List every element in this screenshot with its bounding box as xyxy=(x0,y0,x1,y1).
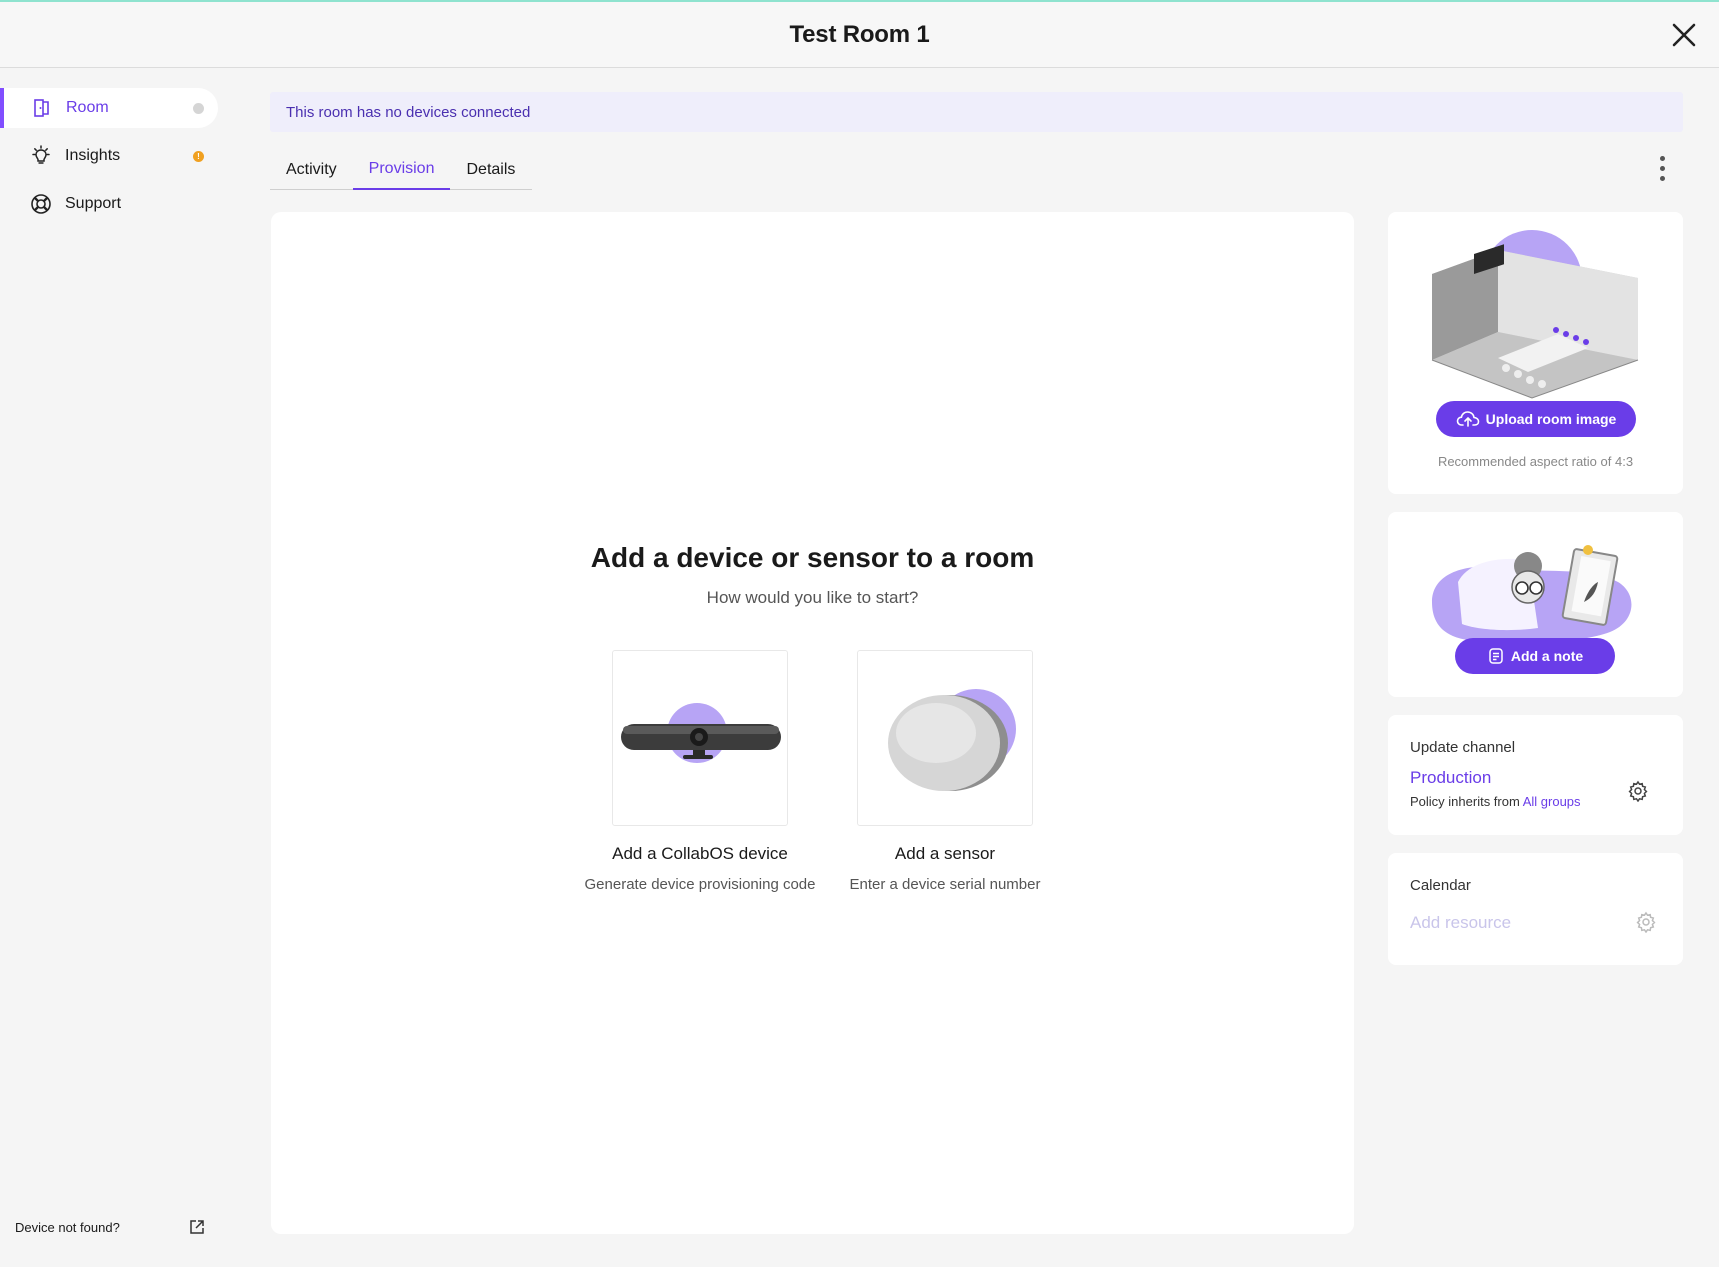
upload-room-image-label: Upload room image xyxy=(1485,411,1617,427)
option-label: Add a sensor xyxy=(894,844,996,863)
sidebar: Room Insights Support Device not found? xyxy=(0,68,240,1267)
lightbulb-icon xyxy=(30,145,52,167)
calendar-label: Calendar xyxy=(1410,877,1471,894)
page-title: Test Room 1 xyxy=(789,20,930,48)
room-illustration xyxy=(1431,230,1639,399)
add-note-button[interactable]: Add a note xyxy=(1455,638,1615,674)
update-channel-value: Production xyxy=(1410,768,1492,787)
all-groups-link[interactable]: All groups xyxy=(1523,794,1581,809)
calendar-card: Calendar Add resource xyxy=(1388,853,1683,965)
calendar-settings-button[interactable] xyxy=(1635,911,1657,934)
tab-details[interactable]: Details xyxy=(450,150,531,190)
sidebar-item-room[interactable]: Room xyxy=(0,88,218,128)
note-illustration xyxy=(1432,545,1632,644)
warning-badge xyxy=(193,151,204,162)
update-channel-settings-button[interactable] xyxy=(1627,780,1649,803)
more-options-button[interactable] xyxy=(1652,152,1672,184)
support-icon xyxy=(30,193,52,215)
option-description: Generate device provisioning code xyxy=(584,876,816,893)
policy-prefix: Policy inherits from xyxy=(1410,794,1520,809)
gear-icon xyxy=(1636,911,1656,934)
provision-title: Add a device or sensor to a room xyxy=(590,542,1035,573)
header: Test Room 1 xyxy=(0,2,1719,68)
close-button[interactable] xyxy=(1667,18,1701,52)
note-card: Add a note xyxy=(1388,512,1683,697)
sensor-image xyxy=(857,650,1033,826)
banner-text: This room has no devices connected xyxy=(286,103,531,121)
cloud-upload-icon xyxy=(1456,411,1479,427)
sidebar-item-label: Room xyxy=(66,99,109,116)
tab-bar: Activity Provision Details xyxy=(270,150,532,190)
tab-provision[interactable]: Provision xyxy=(352,150,451,190)
gear-icon xyxy=(1628,780,1648,803)
sidebar-item-label: Insights xyxy=(65,147,121,164)
device-not-found-link[interactable]: Device not found? xyxy=(15,1219,205,1235)
upload-room-image-button[interactable]: Upload room image xyxy=(1436,401,1636,437)
more-vert-icon xyxy=(1659,165,1665,171)
no-devices-banner: This room has no devices connected xyxy=(270,92,1683,132)
update-channel-label: Update channel xyxy=(1410,739,1516,756)
aspect-ratio-hint: Recommended aspect ratio of 4:3 xyxy=(1437,454,1634,469)
update-channel-card: Update channel Production Policy inherit… xyxy=(1388,715,1683,835)
option-label: Add a CollabOS device xyxy=(612,844,788,863)
add-resource-placeholder[interactable]: Add resource xyxy=(1410,913,1511,933)
collabos-device-image xyxy=(612,650,788,826)
note-icon xyxy=(1489,648,1503,664)
policy-inherits-text: Policy inherits from All groups xyxy=(1410,794,1581,809)
add-sensor-option[interactable]: Add a sensor Enter a device serial numbe… xyxy=(820,650,1070,893)
provision-card: Add a device or sensor to a room How wou… xyxy=(271,212,1354,1234)
device-not-found-text: Device not found? xyxy=(15,1219,120,1235)
add-collabos-device-option[interactable]: Add a CollabOS device Generate device pr… xyxy=(575,650,825,893)
close-icon xyxy=(1672,23,1696,47)
room-icon xyxy=(31,97,53,119)
add-note-label: Add a note xyxy=(1510,648,1584,664)
provision-subtitle: How would you like to start? xyxy=(706,588,919,607)
option-description: Enter a device serial number xyxy=(849,876,1041,893)
more-vert-icon xyxy=(1659,155,1665,161)
sidebar-item-label: Support xyxy=(65,195,122,212)
room-image-card: Upload room image Recommended aspect rat… xyxy=(1388,212,1683,494)
tab-activity[interactable]: Activity xyxy=(270,150,353,190)
more-vert-icon xyxy=(1659,175,1665,181)
sidebar-item-support[interactable]: Support xyxy=(0,184,218,224)
status-dot xyxy=(193,103,204,114)
external-link-icon xyxy=(190,1220,204,1234)
sidebar-item-insights[interactable]: Insights xyxy=(0,136,218,176)
